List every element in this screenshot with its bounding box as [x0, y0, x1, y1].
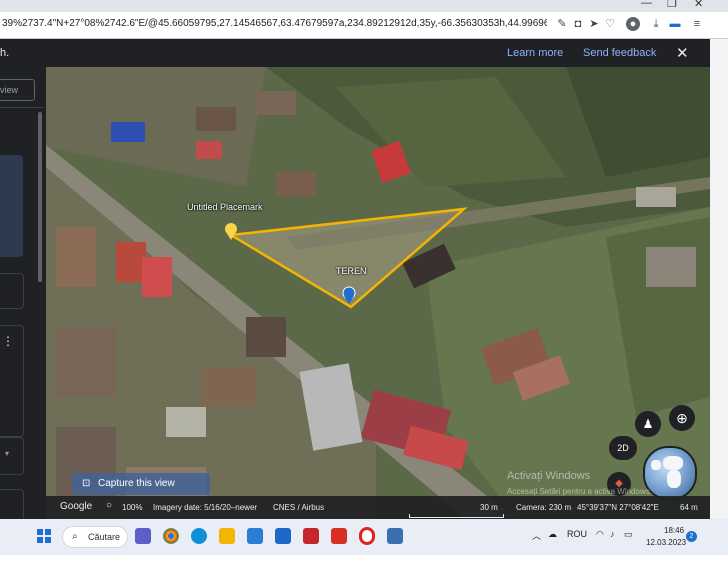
- panel-scrollbar[interactable]: [38, 112, 42, 282]
- heart-icon[interactable]: ♡: [603, 17, 617, 31]
- teams-icon[interactable]: [135, 528, 151, 544]
- crosshair-icon: ⊕: [676, 410, 688, 426]
- send-feedback-link[interactable]: Send feedback: [583, 47, 656, 59]
- search-icon: ⌕: [72, 531, 78, 542]
- camera-altitude: Camera: 230 m: [516, 503, 572, 512]
- earth-bar-left-text: h.: [0, 47, 10, 59]
- bottom-margin: [0, 555, 728, 563]
- close-icon[interactable]: ✕: [676, 44, 689, 62]
- my-location-button[interactable]: ⊕: [669, 405, 695, 431]
- toggle-2d-button[interactable]: 2D: [609, 436, 637, 460]
- satellite-map-view[interactable]: Untitled Placemark TEREN ⊡ Capture this …: [46, 67, 710, 519]
- coordinates: 45°39'37"N 27°08'42"E: [577, 503, 659, 512]
- camera-icon: ⊡: [82, 478, 91, 489]
- google-logo: Google: [60, 501, 93, 512]
- camera-icon[interactable]: ◘: [571, 17, 585, 31]
- scale-bar: [409, 514, 504, 518]
- placemark-label[interactable]: Untitled Placemark: [187, 202, 263, 212]
- project-card[interactable]: [0, 273, 24, 309]
- status-bar: Google ○ 100% Imagery date: 5/16/20–newe…: [46, 496, 710, 519]
- zoom-level: 100%: [122, 503, 143, 512]
- battery-icon[interactable]: ▭: [624, 529, 633, 540]
- pdf-icon[interactable]: [331, 528, 347, 544]
- search-label: Căutare: [88, 532, 121, 542]
- chrome-icon[interactable]: [163, 528, 179, 544]
- attribution: CNES / Airbus: [273, 503, 325, 512]
- elevation: 64 m: [680, 503, 698, 512]
- windows-start-button[interactable]: [37, 529, 51, 543]
- language-indicator[interactable]: ROU: [567, 529, 587, 539]
- capture-view-button[interactable]: ⊡ Capture this view: [72, 473, 210, 495]
- notes-app-icon[interactable]: [387, 528, 403, 544]
- maximize-button[interactable]: ❐: [667, 0, 677, 10]
- loading-circle-icon: ○: [106, 500, 113, 511]
- window-right-edge: [710, 39, 728, 519]
- person-icon: ♟: [642, 417, 654, 431]
- volume-icon[interactable]: ♪: [610, 529, 615, 539]
- earth-top-bar: h. Learn more Send feedback ✕: [0, 39, 710, 67]
- edge-icon[interactable]: [191, 528, 207, 544]
- windows-watermark: Activați Windows: [507, 470, 591, 482]
- close-window-button[interactable]: ✕: [694, 0, 703, 10]
- url-text[interactable]: 39%2737.4"N+27°08%2742.6"E/@45.66059795,…: [2, 18, 547, 29]
- more-options-icon[interactable]: ⋮: [2, 334, 14, 348]
- chevron-up-icon[interactable]: ︿: [532, 529, 541, 542]
- mail-icon[interactable]: [275, 528, 291, 544]
- wifi-icon[interactable]: ◠: [596, 529, 604, 540]
- windows-watermark-sub: Accesați Setări pentru a activa Windows.: [507, 487, 652, 496]
- menu-icon[interactable]: ≡: [690, 17, 704, 31]
- scale-label: 30 m: [480, 503, 498, 512]
- panel-divider: [0, 107, 44, 108]
- download-icon[interactable]: ⤓: [649, 17, 663, 31]
- opera-icon[interactable]: [359, 527, 375, 545]
- video-app-icon[interactable]: [303, 528, 319, 544]
- browser-title-strip: — ❐ ✕: [0, 0, 728, 12]
- chevron-down-icon[interactable]: ▾: [5, 449, 9, 458]
- taskbar-search[interactable]: ⌕ Căutare: [62, 526, 128, 548]
- street-view-button[interactable]: ♟: [635, 411, 661, 437]
- file-explorer-icon[interactable]: [219, 528, 235, 544]
- notification-badge[interactable]: 2: [686, 531, 697, 542]
- project-card[interactable]: [0, 489, 24, 521]
- clock-date[interactable]: 12.03.2023: [646, 538, 686, 547]
- minimize-button[interactable]: —: [641, 0, 652, 9]
- capture-view-label: Capture this view: [98, 478, 175, 489]
- selected-project-card[interactable]: [0, 155, 23, 257]
- edit-icon[interactable]: ✎: [555, 17, 569, 31]
- extension-icon[interactable]: ▬: [668, 17, 682, 31]
- cloud-icon[interactable]: ☁: [548, 529, 557, 540]
- left-panel: view ⋮ ▾: [0, 67, 46, 521]
- pin-label[interactable]: TEREN: [336, 266, 367, 276]
- taskbar: ⌕ Căutare ︿ ☁ ROU ◠ ♪ ▭ 18:46 12.03.2023…: [0, 519, 728, 555]
- profile-icon[interactable]: ●: [626, 17, 640, 31]
- monitor-icon[interactable]: [247, 528, 263, 544]
- learn-more-link[interactable]: Learn more: [507, 47, 563, 59]
- share-icon[interactable]: ➤: [587, 17, 601, 31]
- view-button[interactable]: view: [0, 79, 35, 101]
- project-card[interactable]: [0, 437, 24, 475]
- clock-time[interactable]: 18:46: [664, 526, 684, 535]
- imagery-date: Imagery date: 5/16/20–newer: [153, 503, 258, 512]
- address-bar[interactable]: 39%2737.4"N+27°08%2742.6"E/@45.66059795,…: [0, 12, 728, 39]
